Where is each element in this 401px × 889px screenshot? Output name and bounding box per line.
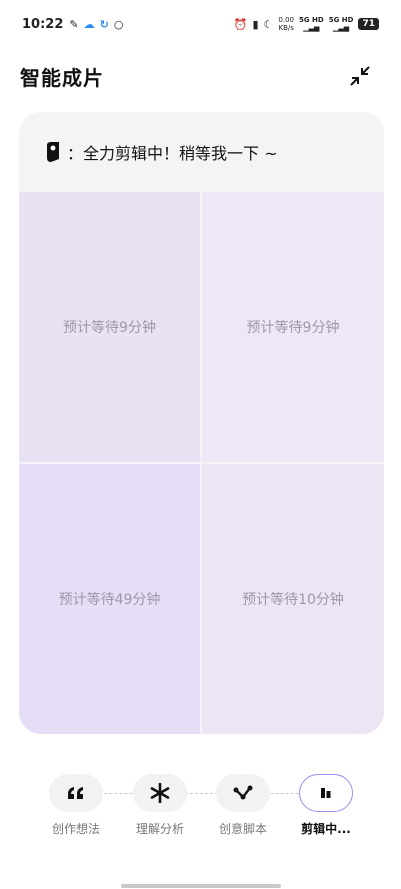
moon-icon: ☾ bbox=[263, 17, 274, 31]
net-speed-unit: KB/s bbox=[278, 24, 294, 32]
collapse-button[interactable] bbox=[347, 63, 373, 89]
page-title: 智能成片 bbox=[20, 65, 104, 90]
progress-card: ：全力剪辑中！稍等我一下 ~ 预计等待9分钟 预计等待9分钟 预计等待49分钟 … bbox=[19, 112, 384, 734]
step-idea[interactable]: 创作想法 bbox=[34, 774, 118, 837]
status-right: ⏰ ▮ ☾ 0.00 KB/s 5G HD ▁▃▅ 5G HD ▁▃▅ 71 bbox=[234, 16, 379, 32]
status-left: 10:22 ✎ ☁ ↻ ○ bbox=[22, 17, 123, 32]
clip-cell-2: 预计等待9分钟 bbox=[202, 192, 384, 462]
clip-cell-4: 预计等待10分钟 bbox=[202, 464, 384, 734]
wait-text: 预计等待9分钟 bbox=[246, 320, 340, 336]
card-message-row: ：全力剪辑中！稍等我一下 ~ bbox=[19, 112, 384, 192]
signal-2: 5G HD ▁▃▅ bbox=[328, 16, 354, 32]
assistant-icon bbox=[47, 142, 59, 162]
chat-icon: ✎ bbox=[69, 17, 79, 31]
status-bar: 10:22 ✎ ☁ ↻ ○ ⏰ ▮ ☾ 0.00 KB/s 5G HD ▁▃▅ 5… bbox=[0, 0, 401, 48]
clip-grid: 预计等待9分钟 预计等待9分钟 预计等待49分钟 预计等待10分钟 bbox=[19, 192, 384, 734]
search-icon: ○ bbox=[113, 17, 124, 31]
battery-indicator: 71 bbox=[358, 18, 379, 30]
wait-text: 预计等待9分钟 bbox=[63, 320, 156, 336]
clip-cell-3: 预计等待49分钟 bbox=[19, 464, 200, 734]
cloud-icon: ☁ bbox=[83, 17, 95, 31]
step-script[interactable]: 创意脚本 bbox=[201, 774, 285, 837]
step-label: 理解分析 bbox=[135, 822, 184, 836]
clip-cell-1: 预计等待9分钟 bbox=[19, 192, 200, 462]
step-label: 创意脚本 bbox=[218, 822, 267, 836]
signal-2-label: 5G HD bbox=[328, 16, 354, 24]
step-editing[interactable]: 剪辑中... bbox=[284, 774, 368, 837]
net-speed: 0.00 KB/s bbox=[278, 16, 294, 32]
header: 智能成片 bbox=[0, 56, 401, 96]
wait-text: 预计等待10分钟 bbox=[242, 592, 344, 608]
step-analysis[interactable]: 理解分析 bbox=[118, 774, 202, 837]
nodes-icon bbox=[216, 774, 270, 812]
signal-1-label: 5G HD bbox=[299, 16, 324, 24]
quote-icon bbox=[49, 774, 103, 812]
step-label: 剪辑中... bbox=[301, 822, 351, 836]
wait-text: 预计等待49分钟 bbox=[58, 592, 161, 608]
edit-icon bbox=[299, 774, 353, 812]
progress-steps: 创作想法 理解分析 创意脚本 剪辑中... bbox=[34, 774, 374, 844]
alarm-icon: ⏰ bbox=[233, 17, 248, 31]
net-speed-value: 0.00 bbox=[278, 16, 294, 24]
step-label: 创作想法 bbox=[51, 822, 100, 836]
notification-icons: ✎ ☁ ↻ ○ bbox=[69, 19, 123, 30]
home-indicator[interactable] bbox=[121, 884, 281, 888]
asterisk-icon bbox=[133, 774, 187, 812]
collapse-icon bbox=[350, 66, 370, 86]
signal-1: 5G HD ▁▃▅ bbox=[299, 16, 324, 32]
card-message: ：全力剪辑中！稍等我一下 ~ bbox=[67, 144, 278, 163]
vibrate-icon: ▮ bbox=[252, 17, 259, 31]
sync-icon: ↻ bbox=[99, 17, 109, 31]
status-time: 10:22 bbox=[22, 16, 64, 32]
